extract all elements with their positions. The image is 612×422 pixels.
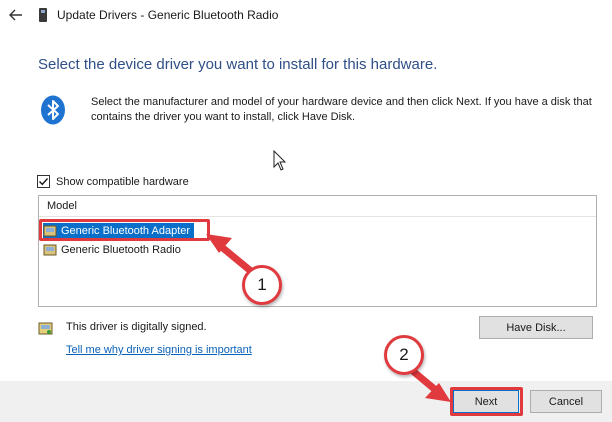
device-driver-icon [39,8,47,22]
page-heading: Select the device driver you want to ins… [38,56,438,73]
window-title: Update Drivers - Generic Bluetooth Radio [57,8,279,22]
list-item-generic-bluetooth-radio[interactable]: Generic Bluetooth Radio [43,242,185,258]
mouse-cursor-icon [273,150,287,171]
bluetooth-icon [41,95,65,125]
title-bar: Update Drivers - Generic Bluetooth Radio [0,0,612,30]
list-item-label: Generic Bluetooth Radio [61,244,181,256]
compatible-label: Show compatible hardware [56,175,189,188]
back-arrow-icon[interactable] [8,7,24,23]
model-column-header[interactable]: Model [39,196,596,217]
have-disk-button[interactable]: Have Disk... [479,316,593,339]
step-1-callout: 1 [242,265,282,305]
instructions-text: Select the manufacturer and model of you… [91,96,592,123]
driver-icon [43,244,57,256]
selection-highlight-annotation [39,219,210,241]
checkmark-icon [39,178,49,186]
show-compatible-hardware[interactable]: Show compatible hardware [37,175,189,188]
driver-signing-link[interactable]: Tell me why driver signing is important [66,344,252,356]
signature-status: This driver is digitally signed. [66,321,207,333]
cancel-button[interactable]: Cancel [530,390,602,413]
compatible-checkbox[interactable] [37,175,50,188]
step-2-callout: 2 [384,335,424,375]
model-list[interactable]: Model Generic Bluetooth Adapter Generic … [38,195,597,307]
next-highlight-annotation [450,387,523,416]
signed-driver-icon [38,322,53,335]
